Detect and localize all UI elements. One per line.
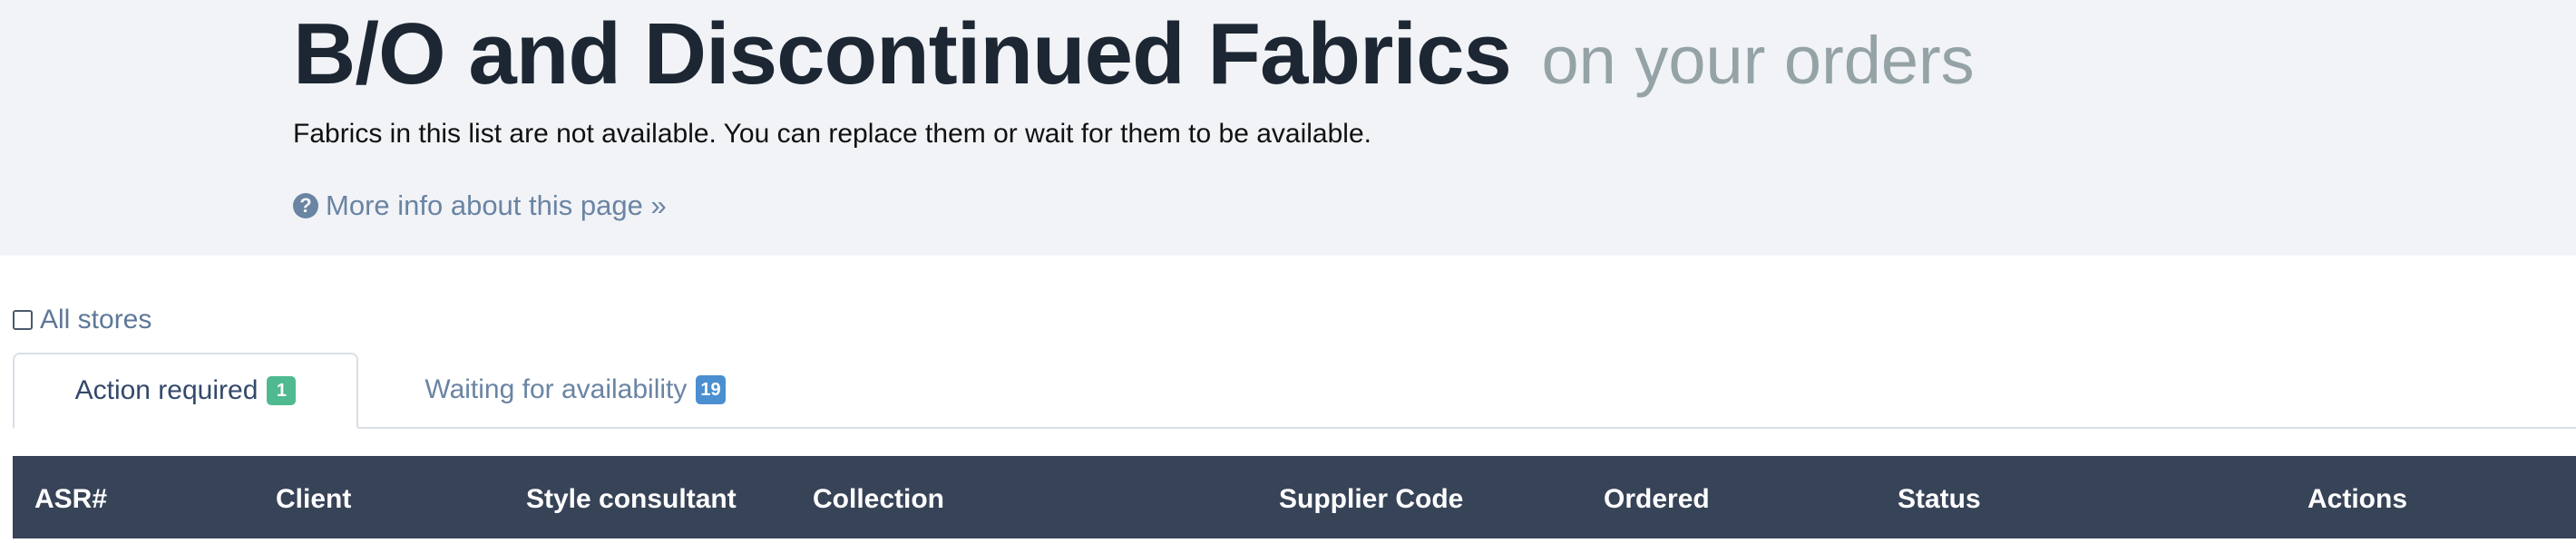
column-header-actions: Actions: [2308, 484, 2408, 514]
column-header-ordered[interactable]: Ordered: [1604, 456, 1710, 538]
page-header: B/O and Discontinued Fabrics on your ord…: [0, 0, 2576, 256]
column-header-collection[interactable]: Collection: [813, 456, 944, 538]
tab-action-required-count-badge: 1: [267, 376, 297, 405]
column-header-style-consultant[interactable]: Style consultant: [526, 456, 737, 538]
all-stores-filter[interactable]: All stores: [13, 304, 151, 336]
page-title-suffix: on your orders: [1541, 23, 1975, 98]
column-header-status[interactable]: Status: [1898, 456, 1981, 538]
more-info-label: More info about this page »: [326, 189, 667, 221]
column-header-client[interactable]: Client: [276, 456, 351, 538]
tab-waiting-for-availability-count-badge: 19: [696, 375, 726, 404]
tab-waiting-for-availability-label: Waiting for availability: [424, 374, 688, 404]
all-stores-checkbox[interactable]: [13, 310, 33, 330]
tab-waiting-for-availability[interactable]: Waiting for availability 19: [376, 353, 775, 427]
all-stores-label: All stores: [40, 305, 152, 335]
page-title: B/O and Discontinued Fabrics on your ord…: [293, 5, 1975, 110]
page-title-main: B/O and Discontinued Fabrics: [293, 5, 1512, 102]
more-info-link[interactable]: ? More info about this page »: [293, 188, 667, 224]
column-header-asr[interactable]: ASR#: [34, 456, 107, 538]
column-header-supplier-code[interactable]: Supplier Code: [1279, 456, 1463, 538]
page-description: Fabrics in this list are not available. …: [293, 119, 1371, 149]
table-header-row: ASR# Client Style consultant Collection …: [13, 456, 2576, 538]
tab-action-required[interactable]: Action required 1: [13, 353, 358, 429]
tab-bar: Action required 1 Waiting for availabili…: [13, 353, 2576, 429]
question-circle-icon: ?: [293, 193, 318, 218]
tab-action-required-label: Action required: [74, 375, 259, 405]
